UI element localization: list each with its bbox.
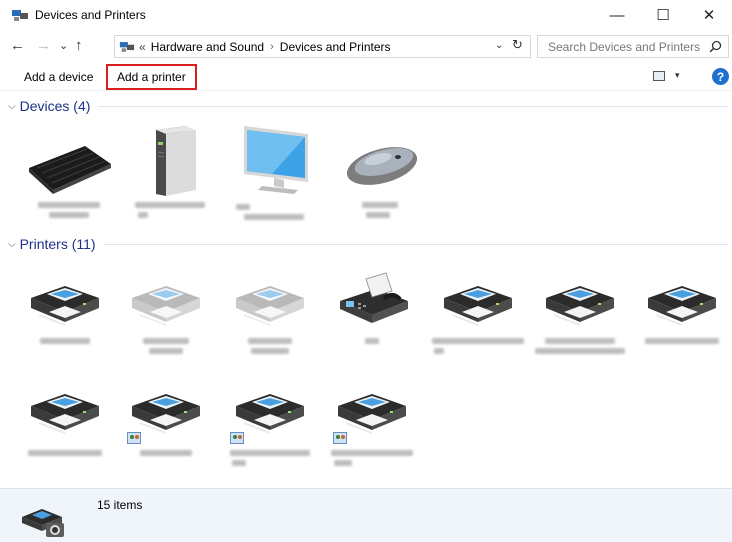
printer-label-blurred xyxy=(545,338,615,344)
printer-item[interactable] xyxy=(15,380,115,456)
printer-label-blurred xyxy=(251,348,289,354)
printer-icon xyxy=(126,272,206,328)
printer-label-blurred xyxy=(248,338,292,344)
details-pane: 15 items xyxy=(0,488,732,542)
printer-label-blurred xyxy=(232,460,246,466)
device-keyboard[interactable] xyxy=(19,124,119,218)
recent-locations-chevron-icon[interactable]: ⌄ xyxy=(59,39,68,52)
title-bar: Devices and Printers — ☐ ✕ xyxy=(0,0,732,30)
monitor-icon xyxy=(244,126,308,194)
printer-item[interactable] xyxy=(15,272,115,344)
item-count: 15 items xyxy=(97,498,143,512)
command-bar: Add a device Add a printer ▾ ? xyxy=(0,63,732,91)
printer-label-blurred xyxy=(535,348,625,354)
devices-group-title: Devices (4) xyxy=(19,98,91,114)
up-arrow-icon[interactable]: ↑ xyxy=(75,37,83,54)
printer-icon xyxy=(126,380,206,436)
fax-icon xyxy=(332,270,412,328)
breadcrumb-devices-and-printers[interactable]: Devices and Printers xyxy=(280,40,391,54)
device-monitor[interactable] xyxy=(224,122,324,220)
printer-item[interactable] xyxy=(220,272,320,354)
devices-and-printers-icon xyxy=(12,10,28,21)
printer-item[interactable] xyxy=(428,272,528,354)
printer-icon xyxy=(438,272,518,328)
printer-icon xyxy=(642,272,722,328)
mouse-icon xyxy=(346,147,418,185)
printer-label-blurred xyxy=(334,460,352,466)
printer-and-camera-icon xyxy=(22,509,64,537)
fax-item[interactable] xyxy=(322,270,422,344)
printers-group-title: Printers (11) xyxy=(19,236,96,252)
printer-label-blurred xyxy=(40,338,90,344)
collapse-chevron-icon[interactable]: ⌵ xyxy=(8,239,16,250)
maximize-button[interactable]: ☐ xyxy=(640,0,686,30)
change-view-icon[interactable] xyxy=(653,71,665,81)
address-row: ← → ⌄ ↑ « Hardware and Sound › Devices a… xyxy=(0,34,732,60)
add-printer-button[interactable]: Add a printer xyxy=(106,64,197,90)
device-computer[interactable] xyxy=(120,124,220,218)
forward-arrow-icon[interactable]: → xyxy=(36,37,51,54)
view-dropdown-chevron-icon[interactable]: ▾ xyxy=(675,70,680,81)
search-icon xyxy=(709,40,722,53)
computer-tower-icon xyxy=(156,126,196,196)
printer-icon xyxy=(230,272,310,328)
shared-printer-icon xyxy=(333,432,347,444)
device-label-blurred xyxy=(366,212,390,218)
device-label-blurred xyxy=(49,212,89,218)
device-label-blurred xyxy=(135,202,205,208)
refresh-icon[interactable]: ↻ xyxy=(512,37,523,53)
printer-label-blurred xyxy=(434,348,444,354)
help-icon[interactable]: ? xyxy=(712,68,729,85)
device-mouse[interactable] xyxy=(330,124,430,218)
device-label-blurred xyxy=(236,204,250,210)
close-button[interactable]: ✕ xyxy=(686,0,732,30)
back-arrow-icon[interactable]: ← xyxy=(10,37,25,54)
shared-printer-icon xyxy=(230,432,244,444)
shared-printer-icon xyxy=(127,432,141,444)
device-label-blurred xyxy=(38,202,100,208)
printer-label-blurred xyxy=(140,450,192,456)
printer-icon xyxy=(540,272,620,328)
printer-label-blurred xyxy=(645,338,719,344)
minimize-button[interactable]: — xyxy=(594,0,640,30)
window-title: Devices and Printers xyxy=(35,8,146,22)
printer-icon xyxy=(332,380,412,436)
address-bar[interactable]: « Hardware and Sound › Devices and Print… xyxy=(114,35,531,58)
printer-item[interactable] xyxy=(220,380,320,466)
group-divider xyxy=(103,243,728,245)
printer-item[interactable] xyxy=(322,380,422,466)
printer-icon xyxy=(25,380,105,436)
device-label-blurred xyxy=(244,214,304,220)
device-label-blurred xyxy=(362,202,398,208)
printer-item[interactable] xyxy=(116,380,216,456)
printer-label-blurred xyxy=(331,450,413,456)
printer-label-blurred xyxy=(28,450,102,456)
printer-label-blurred xyxy=(432,338,524,344)
printer-item[interactable] xyxy=(530,272,630,354)
printers-group-header[interactable]: ⌵ Printers (11) xyxy=(8,236,728,252)
printer-item[interactable] xyxy=(116,272,216,354)
printer-label-blurred xyxy=(149,348,183,354)
search-placeholder: Search Devices and Printers xyxy=(548,39,701,54)
device-label-blurred xyxy=(138,212,148,218)
add-device-button[interactable]: Add a device xyxy=(15,64,102,90)
keyboard-icon xyxy=(29,146,111,194)
printer-label-blurred xyxy=(143,338,189,344)
address-overflow-chevron[interactable]: « xyxy=(139,40,146,54)
printer-icon xyxy=(25,272,105,328)
devices-and-printers-icon xyxy=(119,42,135,52)
printer-icon xyxy=(230,380,310,436)
breadcrumb-separator-icon: › xyxy=(270,40,274,53)
search-input[interactable]: Search Devices and Printers xyxy=(537,35,729,58)
printer-label-blurred xyxy=(365,338,379,344)
breadcrumb-hardware-and-sound[interactable]: Hardware and Sound xyxy=(151,40,264,54)
address-dropdown-chevron-icon[interactable]: ⌄ xyxy=(495,40,503,51)
collapse-chevron-icon[interactable]: ⌵ xyxy=(8,101,16,112)
printer-label-blurred xyxy=(230,450,310,456)
devices-group-header[interactable]: ⌵ Devices (4) xyxy=(8,98,728,114)
group-divider xyxy=(98,105,728,107)
printer-item[interactable] xyxy=(632,272,732,344)
